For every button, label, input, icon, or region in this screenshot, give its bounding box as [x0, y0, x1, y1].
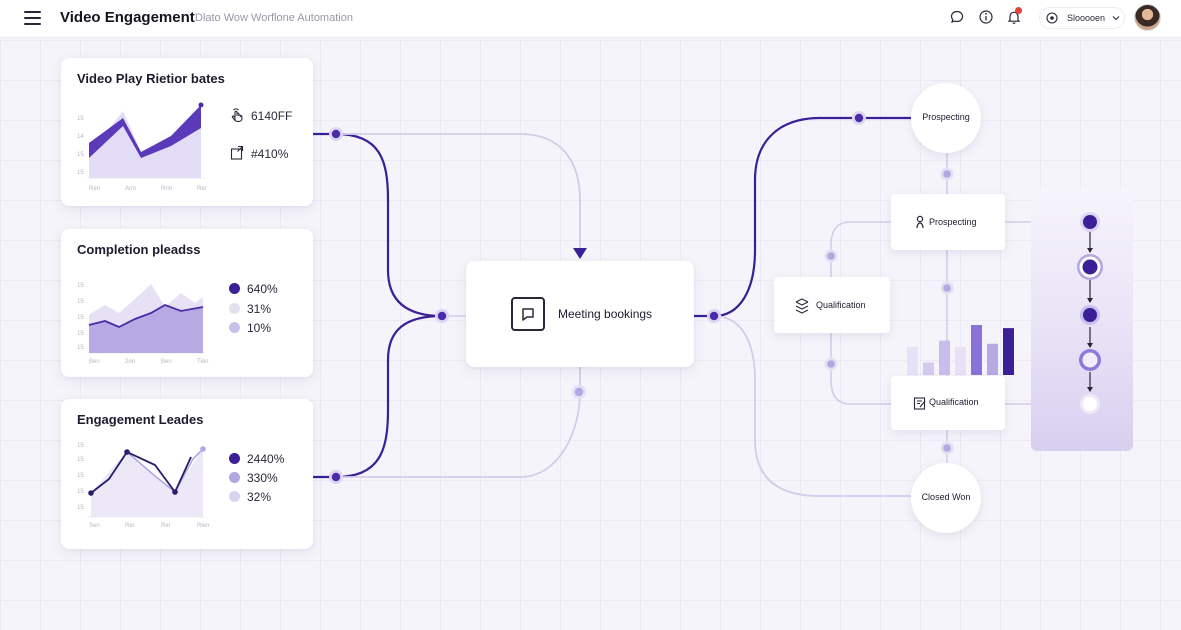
svg-text:15: 15: [77, 473, 84, 479]
svg-text:15: 15: [77, 283, 84, 289]
y-ticks: 15 15 15 15 15: [77, 283, 84, 351]
pipeline-stage-panel: [1031, 190, 1133, 451]
qualification-box-node[interactable]: Qualification: [891, 376, 1005, 430]
pipeline-step-1: [1080, 212, 1100, 232]
x-tick-labels: Ben 2on Ben Tien: [89, 359, 208, 365]
layers-icon: [795, 298, 809, 314]
x-tick-label: Ren: [89, 186, 100, 192]
arrow-down-icon: [573, 248, 587, 259]
connector-center-to-closed: [713, 315, 911, 497]
person-icon: [916, 215, 924, 229]
legend-value: 10%: [247, 321, 272, 335]
pipeline-step-3: [1080, 305, 1100, 325]
x-tick-label: Sen: [89, 523, 100, 529]
legend-swatch: [229, 472, 240, 483]
pipeline-step-5: [1080, 394, 1100, 414]
card-title: Completion pleadss: [77, 242, 201, 257]
share-box-icon: [230, 145, 244, 160]
flow-bar: [939, 340, 950, 375]
card-title: Engagement Leades: [77, 412, 204, 427]
y-ticks: 15 15 15 15 15: [77, 443, 84, 511]
prospecting-circle-node[interactable]: Prospecting: [911, 83, 981, 153]
x-tick-labels: Ren Arm Rrm Rer: [89, 186, 207, 192]
prospecting-box-node[interactable]: Prospecting: [891, 194, 1005, 250]
play-rate-chart: 15 14 15 15 Ren Arm Rrm Rer: [77, 102, 207, 192]
svg-text:15: 15: [77, 443, 84, 449]
flow-bar: [987, 343, 998, 375]
legend-swatch: [229, 303, 240, 314]
svg-text:15: 15: [77, 345, 84, 351]
card-video-play-rate: Video Play Rietior bates 15 14 15 15 Ren Arm…: [61, 58, 313, 206]
x-tick-label: Rer: [197, 186, 207, 192]
y-ticks: 15 14 15 15: [77, 116, 84, 176]
svg-text:15: 15: [77, 170, 84, 176]
x-tick-labels: Sen Rer Rer Rien: [89, 523, 209, 529]
x-tick-label: 2on: [125, 359, 135, 365]
legend-swatch: [229, 322, 240, 333]
svg-text:14: 14: [77, 134, 84, 140]
x-tick-label: Ben: [161, 359, 172, 365]
x-tick-label: Rer: [161, 523, 171, 529]
engagement-chart: 15 15 15 15 15 Sen Rer Rer Rien: [77, 443, 209, 529]
qualification-left-node[interactable]: Qualification: [774, 277, 890, 333]
card-engagement: Engagement Leades 15 15 15 15 15 Sen Rer Rer Ri…: [61, 399, 313, 549]
x-tick-label: Rien: [197, 523, 209, 529]
meeting-bookings-node[interactable]: Meeting bookings: [466, 261, 694, 367]
flow-bar: [923, 362, 934, 375]
connector-play-to-center: [313, 132, 443, 318]
legend-value: 2440%: [247, 452, 285, 466]
x-tick-label: Rrm: [161, 186, 172, 192]
svg-text:15: 15: [77, 505, 84, 511]
flow-bar: [907, 346, 918, 375]
legend-value: 330%: [247, 471, 278, 485]
x-tick-label: Ben: [89, 359, 100, 365]
stat-value: #410%: [251, 147, 289, 161]
stat-value: 6140FF: [251, 109, 293, 123]
legend-value: 31%: [247, 302, 272, 316]
closed-won-circle-node[interactable]: Closed Won: [911, 463, 981, 533]
svg-text:15: 15: [77, 299, 84, 305]
document-edit-icon: [913, 397, 926, 410]
hand-pointer-icon: [231, 108, 243, 122]
flow-bar: [955, 346, 966, 375]
svg-text:15: 15: [77, 331, 84, 337]
flow-bar: [1003, 328, 1014, 375]
svg-text:15: 15: [77, 315, 84, 321]
svg-text:15: 15: [77, 152, 84, 158]
connector-engagement-to-center: [313, 314, 443, 479]
pipeline-step-4: [1079, 349, 1101, 371]
legend-swatch: [229, 283, 240, 294]
svg-text:15: 15: [77, 457, 84, 463]
meeting-bookings-icon-box: [511, 297, 545, 331]
flow-bar-chart: [907, 325, 1014, 375]
card-title: Video Play Rietior bates: [77, 71, 225, 86]
node-label: Closed Won: [921, 492, 971, 502]
node-label: Qualification: [816, 300, 866, 310]
legend-swatch: [229, 453, 240, 464]
pipeline-steps: [1077, 212, 1103, 414]
node-label: Prospecting: [929, 217, 977, 227]
completion-chart: 15 15 15 15 15 Ben 2on Ben Tien: [77, 283, 208, 365]
card-completion: Completion pleadss 15 15 15 15 15 Ben 2on Ben T…: [61, 229, 313, 377]
flow-bar: [971, 325, 982, 375]
node-label: Qualification: [929, 397, 979, 407]
connector-bottom-arc: [336, 367, 581, 478]
legend-value: 640%: [247, 282, 278, 296]
legend-value: 32%: [247, 490, 272, 504]
chat-square-icon: [522, 308, 534, 321]
legend-swatch: [229, 491, 240, 502]
pipeline-step-2: [1077, 254, 1103, 280]
x-tick-label: Rer: [125, 523, 135, 529]
svg-text:15: 15: [77, 489, 84, 495]
meeting-bookings-label: Meeting bookings: [558, 307, 653, 321]
connector-top-arc: [336, 133, 581, 252]
node-label: Prospecting: [922, 112, 970, 122]
x-tick-label: Tien: [197, 359, 208, 365]
x-tick-label: Arm: [125, 186, 136, 192]
svg-text:15: 15: [77, 116, 84, 122]
